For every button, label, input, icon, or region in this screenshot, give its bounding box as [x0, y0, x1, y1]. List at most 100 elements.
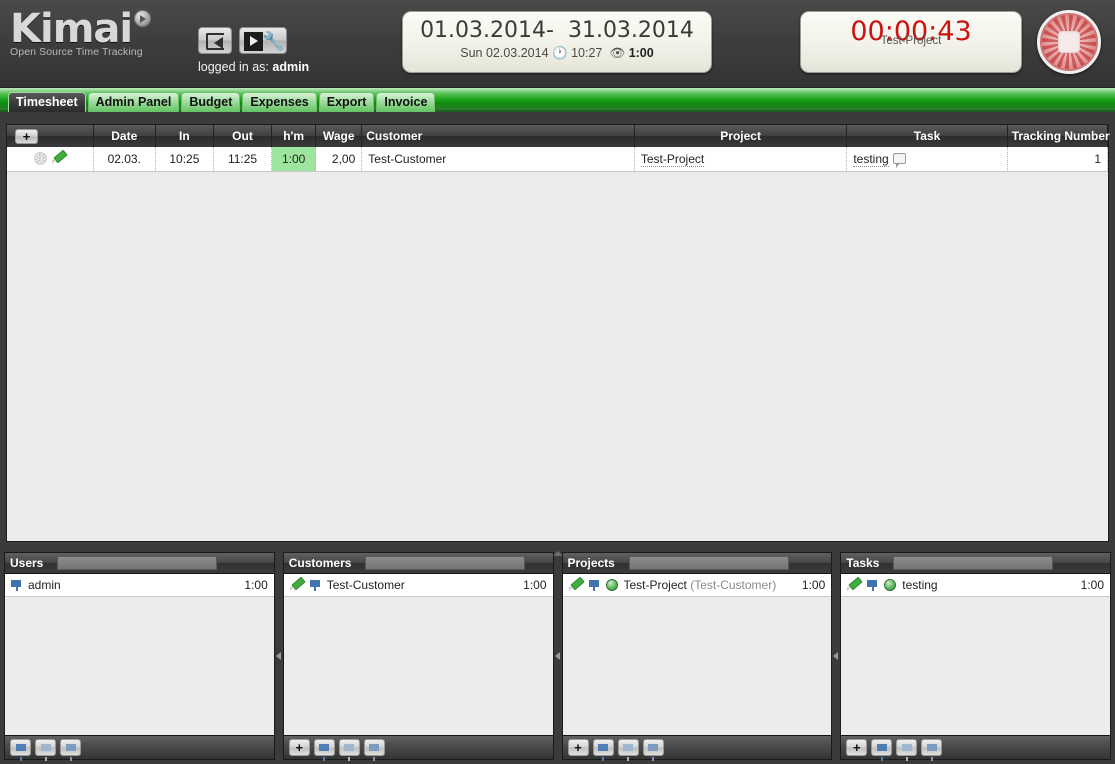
- customers-filter-button[interactable]: [313, 739, 335, 761]
- panel-users: Users admin 1:00: [4, 552, 281, 761]
- col-in[interactable]: In: [155, 125, 214, 147]
- col-wage[interactable]: Wage: [315, 125, 363, 147]
- list-item[interactable]: testing 1:00: [841, 574, 1110, 597]
- list-item[interactable]: Test-Customer 1:00: [283, 574, 553, 597]
- panel-users-collapse-arrow[interactable]: [275, 652, 281, 660]
- filter-icon: [40, 744, 51, 761]
- customers-item-label: Test-Customer: [326, 578, 405, 592]
- record-icon[interactable]: [33, 151, 47, 165]
- logged-in-label: logged in as:: [198, 60, 269, 74]
- projects-search-input[interactable]: [628, 556, 789, 570]
- current-time-text: 10:27: [571, 46, 603, 60]
- cell-date: 02.03.: [93, 147, 156, 172]
- comment-icon[interactable]: [892, 152, 906, 168]
- projects-filter-button[interactable]: [592, 739, 614, 761]
- cell-task: testing: [846, 147, 1008, 172]
- cell-out: 11:25: [213, 147, 273, 172]
- active-timer-panel[interactable]: 00:00:43 Test-Project: [800, 11, 1022, 73]
- users-search-input[interactable]: [57, 556, 218, 570]
- panel-customers-body: Test-Customer 1:00: [283, 574, 553, 735]
- tasks-item-duration: 1:00: [1080, 578, 1104, 592]
- filter-icon[interactable]: [309, 579, 321, 591]
- customers-filter-toggle-button[interactable]: [363, 739, 385, 761]
- header-button-group: 🔧: [198, 27, 291, 54]
- filter-icon: [65, 744, 76, 761]
- entity-panels: Users admin 1:00 Customers Test-Customer…: [4, 552, 1111, 761]
- tasks-filter-button[interactable]: [871, 739, 893, 761]
- col-hm[interactable]: h'm: [271, 125, 317, 147]
- panel-tasks-body: testing 1:00: [841, 574, 1110, 735]
- tasks-search-input[interactable]: [893, 556, 1054, 570]
- preferences-button[interactable]: 🔧: [239, 27, 288, 54]
- date-range-text: 01.03.2014- 31.03.2014: [420, 18, 694, 43]
- panel-projects-collapse-arrow[interactable]: [833, 652, 839, 660]
- filter-icon[interactable]: [11, 579, 22, 591]
- filter-icon[interactable]: [867, 579, 878, 591]
- logged-in-status: logged in as: admin: [198, 60, 309, 74]
- wrench-icon: 🔧: [262, 31, 285, 52]
- panel-customers-title: Customers: [288, 556, 352, 570]
- tasks-item-label: testing: [902, 578, 938, 592]
- timesheet-container: + Date In Out h'm Wage Customer Project …: [6, 124, 1110, 542]
- status-circle-icon[interactable]: [605, 579, 618, 591]
- panel-projects-title: Projects: [567, 556, 615, 570]
- users-filter-button[interactable]: [10, 739, 31, 761]
- timesheet-header-row: + Date In Out h'm Wage Customer Project …: [7, 125, 1110, 147]
- col-project[interactable]: Project: [634, 125, 848, 147]
- logout-button[interactable]: [198, 27, 232, 54]
- cell-customer: Test-Customer: [361, 147, 635, 172]
- users-item-label: admin: [28, 578, 61, 592]
- col-task[interactable]: Task: [846, 125, 1008, 147]
- tab-timesheet[interactable]: Timesheet: [8, 92, 86, 112]
- logo-text-wrapper: Kimai: [10, 8, 180, 50]
- tab-expenses[interactable]: Expenses: [242, 92, 317, 112]
- cell-task-text: testing: [853, 151, 889, 167]
- add-task-button[interactable]: +: [846, 739, 868, 756]
- customers-filter-reset-button[interactable]: [338, 739, 360, 761]
- panel-users-footer: [5, 735, 274, 761]
- table-row[interactable]: 02.03. 10:25 11:25 1:00 2,00 Test-Custom…: [7, 147, 1109, 172]
- add-entry-button[interactable]: +: [15, 128, 38, 144]
- eye-icon: 👁: [609, 46, 626, 60]
- panel-tasks-title: Tasks: [846, 556, 880, 570]
- users-filter-reset-button[interactable]: [35, 739, 56, 761]
- customers-search-input[interactable]: [365, 556, 526, 570]
- add-customer-button[interactable]: +: [288, 739, 310, 756]
- cell-project-text: Test-Project: [640, 151, 705, 167]
- col-tracking-number[interactable]: Tracking Number: [1007, 125, 1110, 147]
- tasks-filter-toggle-button[interactable]: [921, 739, 943, 761]
- edit-pencil-icon[interactable]: [568, 579, 583, 592]
- filter-icon: [623, 744, 633, 761]
- filter-icon: [344, 744, 355, 761]
- list-item[interactable]: admin 1:00: [5, 574, 274, 597]
- stop-recording-button[interactable]: [1037, 10, 1101, 74]
- cell-wage: 2,00: [315, 147, 363, 172]
- col-customer[interactable]: Customer: [361, 125, 635, 147]
- projects-filter-reset-button[interactable]: [617, 739, 639, 761]
- tab-invoice[interactable]: Invoice: [376, 92, 436, 112]
- filter-icon: [369, 744, 380, 761]
- date-range-panel[interactable]: 01.03.2014- 31.03.2014 Sun 02.03.2014 🕐 …: [402, 11, 712, 73]
- edit-pencil-icon[interactable]: [51, 152, 66, 165]
- users-filter-toggle-button[interactable]: [60, 739, 81, 761]
- main-tab-bar: Timesheet Admin Panel Budget Expenses Export…: [0, 88, 1115, 112]
- projects-filter-toggle-button[interactable]: [642, 739, 664, 761]
- edit-pencil-icon[interactable]: [847, 579, 861, 592]
- tab-budget[interactable]: Budget: [181, 92, 241, 112]
- date-detail-row: Sun 02.03.2014 🕐 10:27 👁 1:00: [403, 45, 711, 61]
- col-out[interactable]: Out: [213, 125, 273, 147]
- panel-customers-collapse-arrow[interactable]: [554, 652, 560, 660]
- tab-export[interactable]: Export: [318, 92, 375, 112]
- filter-icon[interactable]: [588, 579, 600, 591]
- add-project-button[interactable]: +: [567, 739, 589, 756]
- tasks-filter-reset-button[interactable]: [896, 739, 918, 761]
- panel-tasks-header: Tasks: [841, 553, 1110, 574]
- edit-pencil-icon[interactable]: [289, 579, 304, 592]
- current-day-text: Sun 02.03.2014: [460, 46, 549, 60]
- panel-customers: Customers Test-Customer 1:00 +: [282, 552, 560, 761]
- cell-tracking-number: 1: [1007, 147, 1109, 172]
- tab-admin-panel[interactable]: Admin Panel: [87, 92, 180, 112]
- list-item[interactable]: Test-Project (Test-Customer) 1:00: [562, 574, 832, 597]
- status-circle-icon[interactable]: [884, 579, 897, 591]
- col-date[interactable]: Date: [93, 125, 156, 147]
